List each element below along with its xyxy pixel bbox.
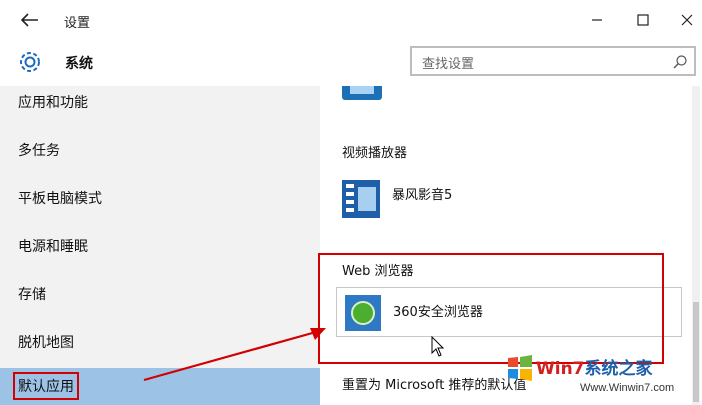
close-icon[interactable] xyxy=(674,8,700,32)
sidebar-item-storage[interactable]: 存储 xyxy=(0,276,320,316)
video-app-icon xyxy=(342,180,380,218)
mouse-cursor-icon xyxy=(431,336,444,357)
reset-defaults-link[interactable]: 重置为 Microsoft 推荐的默认值 xyxy=(342,374,526,393)
minimize-icon[interactable] xyxy=(584,8,610,32)
search-input[interactable]: 查找设置 xyxy=(410,46,696,76)
windows-logo-icon xyxy=(508,355,532,381)
video-player-app-button[interactable]: 暴风影音5 xyxy=(342,178,672,222)
watermark-brand: Win7系统之家 xyxy=(536,359,653,379)
sidebar-item-label: 多任务 xyxy=(18,143,60,159)
watermark: Win7系统之家 Www.Winwin7.com xyxy=(506,352,702,405)
sidebar-item-label: 默认应用 xyxy=(13,372,79,400)
search-placeholder: 查找设置 xyxy=(422,57,475,72)
back-arrow-icon[interactable] xyxy=(18,10,42,30)
page-title: 系统 xyxy=(65,56,93,72)
sidebar-item-tablet-mode[interactable]: 平板电脑模式 xyxy=(0,180,320,220)
sidebar-item-label: 脱机地图 xyxy=(18,335,74,351)
sidebar-item-label: 电源和睡眠 xyxy=(18,239,88,255)
watermark-url: Www.Winwin7.com xyxy=(580,382,675,394)
gear-icon xyxy=(20,52,40,72)
app-icon[interactable] xyxy=(342,86,382,100)
sidebar-item-apps-features[interactable]: 应用和功能 xyxy=(0,84,320,124)
annotation-arrow-icon xyxy=(143,328,326,382)
maximize-icon[interactable] xyxy=(630,8,656,32)
title-bar: 设置 xyxy=(0,0,702,40)
sidebar-item-label: 应用和功能 xyxy=(18,95,88,111)
search-icon[interactable] xyxy=(672,54,688,70)
sidebar-item-multitasking[interactable]: 多任务 xyxy=(0,132,320,172)
video-app-name: 暴风影音5 xyxy=(392,188,453,203)
settings-header: 系统 查找设置 xyxy=(0,40,702,86)
sidebar-item-label: 平板电脑模式 xyxy=(18,191,102,207)
window-title: 设置 xyxy=(64,16,91,31)
sidebar-item-power-sleep[interactable]: 电源和睡眠 xyxy=(0,228,320,268)
sidebar-item-label: 存储 xyxy=(18,287,46,303)
highlight-box xyxy=(318,253,664,364)
video-player-label: 视频播放器 xyxy=(342,146,408,161)
